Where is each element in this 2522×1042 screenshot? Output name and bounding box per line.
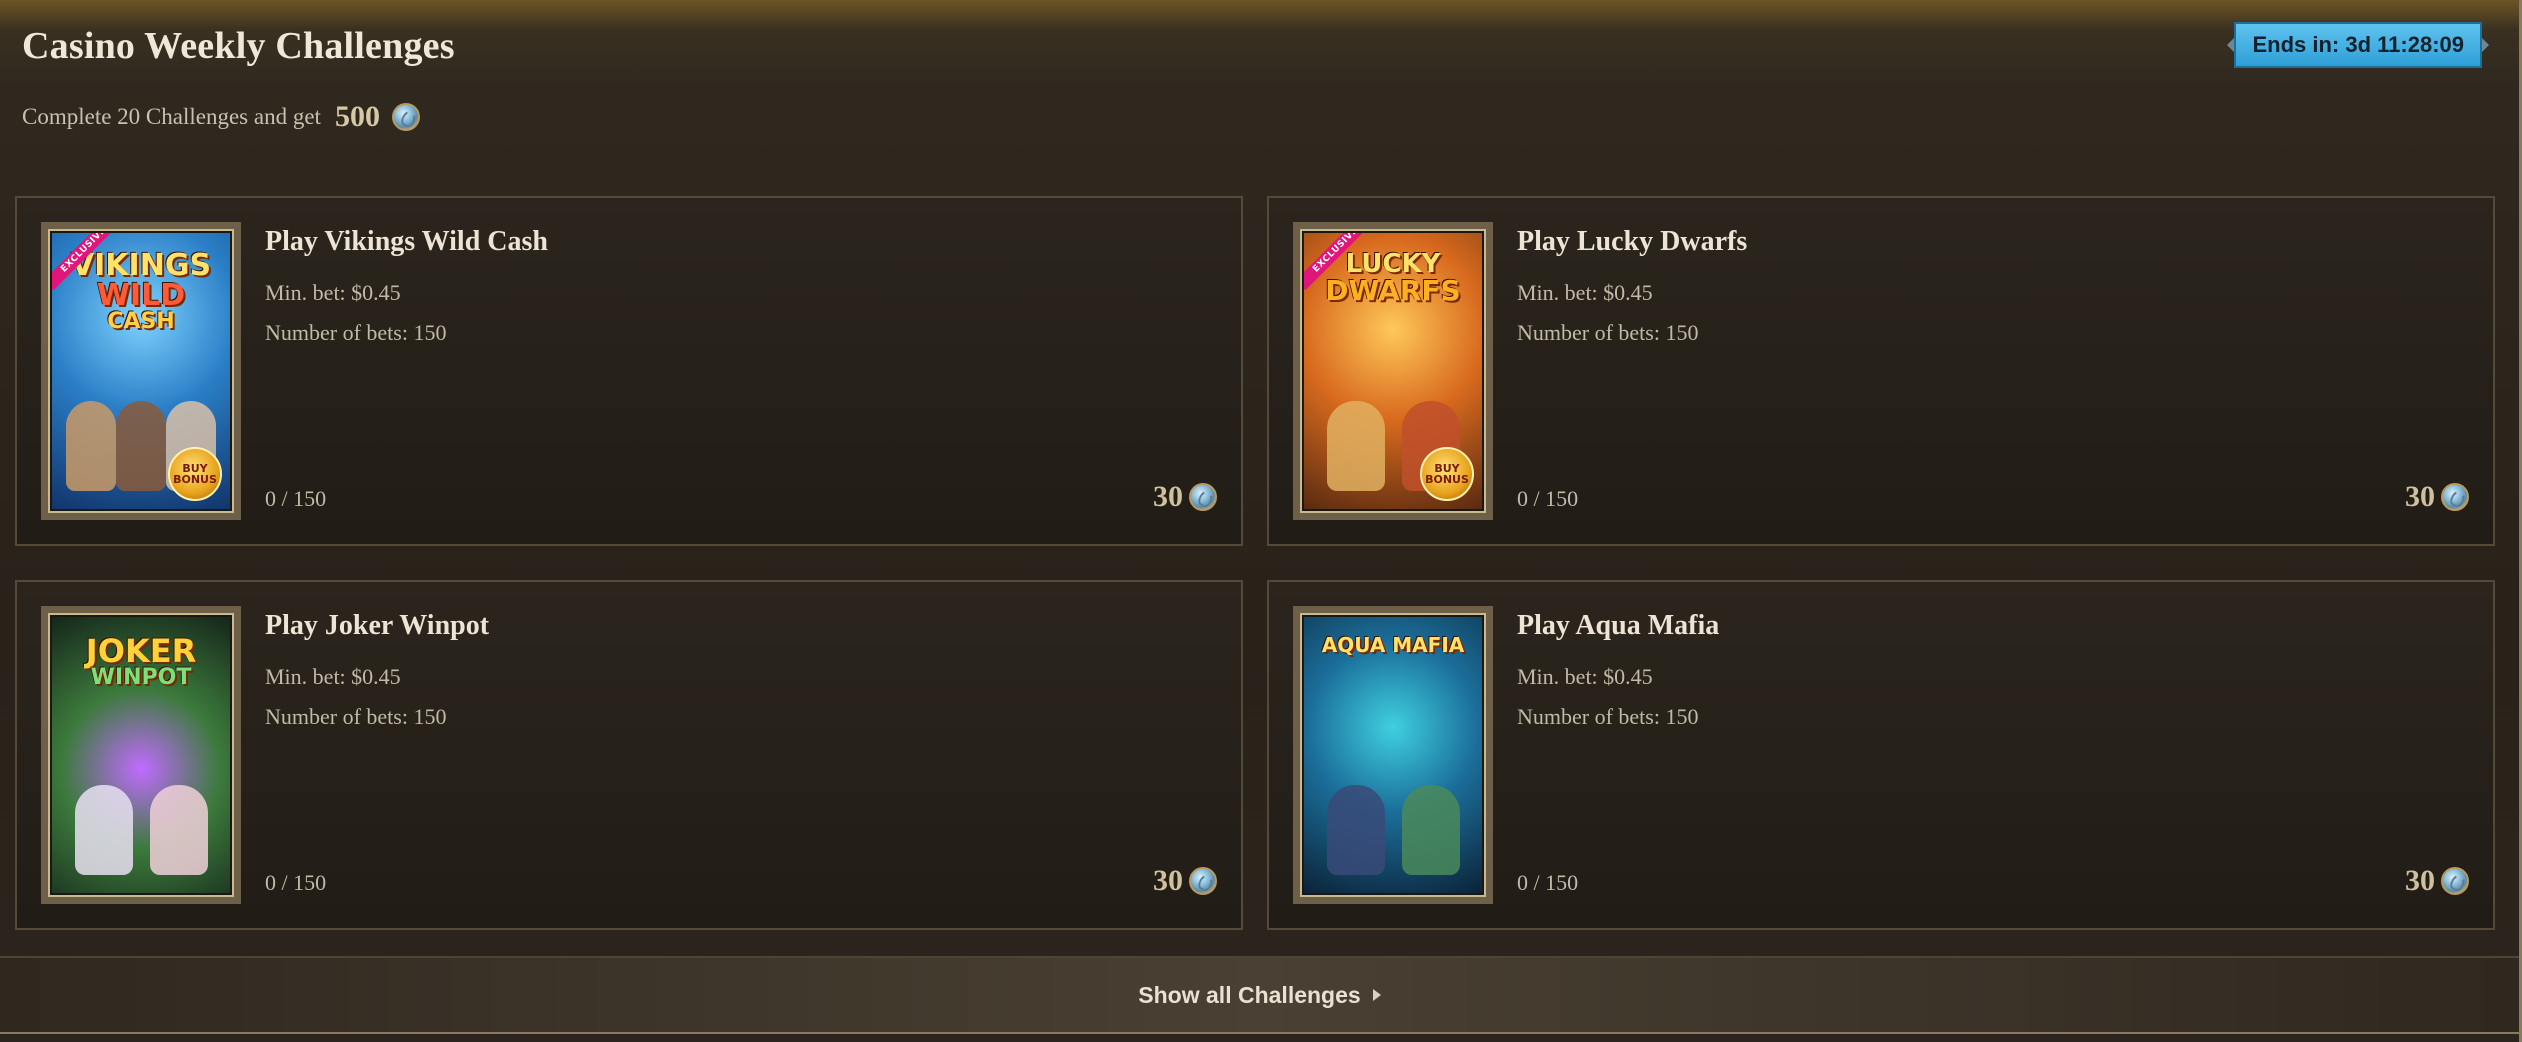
number-of-bets: Number of bets: 150 — [265, 704, 447, 729]
show-all-label: Show all Challenges — [1138, 981, 1361, 1008]
page-title: Casino Weekly Challenges — [22, 25, 455, 67]
game-thumbnail[interactable]: EXCLUSIVE LUCKY DWARFS BUY BONUS — [1293, 222, 1493, 520]
reward-amount: 30 — [2405, 480, 2435, 513]
number-of-bets: Number of bets: 150 — [1517, 320, 1699, 345]
challenges-panel: Casino Weekly Challenges Complete 20 Cha… — [0, 0, 2522, 1042]
bonus-badge: BUY BONUS — [1420, 447, 1474, 501]
coin-icon — [391, 103, 420, 131]
game-thumbnail[interactable]: JOKER WINPOT — [41, 606, 241, 904]
coin-icon — [1189, 483, 1217, 511]
game-art-aqua-mafia: AQUA MAFIA — [1304, 617, 1482, 893]
art-characters — [1318, 765, 1468, 875]
min-bet: Min. bet: $0.45 — [265, 664, 401, 689]
reward-amount: 30 — [1153, 864, 1183, 897]
art-title: AQUA MAFIA — [1322, 635, 1465, 655]
reward-amount: 30 — [2405, 864, 2435, 897]
challenge-reward: 30 — [1153, 480, 1217, 514]
progress-counter: 0 / 150 — [265, 486, 327, 511]
art-title-line: DWARFS — [1325, 274, 1461, 307]
coin-icon — [2441, 867, 2469, 895]
number-of-bets: Number of bets: 150 — [265, 320, 447, 345]
art-title-line: JOKER — [85, 632, 197, 670]
progress-counter: 0 / 150 — [1517, 486, 1579, 511]
art-characters — [66, 765, 216, 875]
art-title: JOKER WINPOT — [86, 635, 196, 689]
game-thumbnail[interactable]: EXCLUSIVE VIKINGS WILD CASH BUY BONUS — [41, 222, 241, 520]
challenge-title: Play Vikings Wild Cash — [265, 226, 548, 257]
character-figure — [66, 401, 116, 491]
min-bet: Min. bet: $0.45 — [1517, 664, 1653, 689]
show-all-challenges-button[interactable]: Show all Challenges — [0, 956, 2519, 1034]
progress-counter: 0 / 150 — [1517, 870, 1579, 895]
challenge-reward: 30 — [2405, 864, 2469, 898]
countdown-timer: Ends in: 3d 11:28:09 — [2227, 22, 2489, 68]
game-thumbnail[interactable]: AQUA MAFIA — [1293, 606, 1493, 904]
min-bet: Min. bet: $0.45 — [1517, 280, 1653, 305]
summary-text: Complete 20 Challenges and get — [22, 104, 321, 129]
art-title-line: WILD — [96, 278, 186, 313]
challenge-title: Play Joker Winpot — [265, 610, 490, 641]
challenge-title: Play Aqua Mafia — [1517, 610, 1720, 641]
challenge-reward: 30 — [2405, 480, 2469, 514]
art-title-line: AQUA MAFIA — [1321, 633, 1465, 657]
timer-label: Ends in: 3d 11:28:09 — [2234, 22, 2482, 68]
challenge-reward: 30 — [1153, 864, 1217, 898]
caret-right-icon — [1372, 989, 1381, 1001]
game-art-joker-winpot: JOKER WINPOT — [52, 617, 230, 893]
total-reward-amount: 500 — [334, 100, 380, 133]
coin-icon — [2441, 483, 2469, 511]
reward-amount: 30 — [1153, 480, 1183, 513]
number-of-bets: Number of bets: 150 — [1517, 704, 1699, 729]
character-figure — [1326, 401, 1385, 491]
min-bet: Min. bet: $0.45 — [265, 280, 401, 305]
character-figure — [1401, 785, 1460, 875]
challenge-card[interactable]: JOKER WINPOT Play Joker Winpot Min. bet:… — [15, 580, 1243, 930]
character-figure — [1326, 785, 1385, 875]
game-art-vikings-wild-cash: EXCLUSIVE VIKINGS WILD CASH BUY BONUS — [52, 233, 230, 509]
progress-counter: 0 / 150 — [265, 870, 327, 895]
challenge-card[interactable]: EXCLUSIVE LUCKY DWARFS BUY BONUS Play Lu… — [1267, 196, 2495, 546]
art-title-line: CASH — [107, 309, 175, 334]
art-title: LUCKY DWARFS — [1325, 251, 1460, 305]
coin-icon — [1189, 867, 1217, 895]
character-figure — [149, 785, 208, 875]
game-art-lucky-dwarfs: EXCLUSIVE LUCKY DWARFS BUY BONUS — [1304, 233, 1482, 509]
challenge-card[interactable]: EXCLUSIVE VIKINGS WILD CASH BUY BONUS Pl… — [15, 196, 1243, 546]
bonus-badge: BUY BONUS — [168, 447, 222, 501]
timer-right-arrow-icon — [2482, 38, 2489, 52]
character-figure — [74, 785, 133, 875]
art-title: VIKINGS WILD CASH — [71, 251, 211, 333]
challenge-card[interactable]: AQUA MAFIA Play Aqua Mafia Min. bet: $0.… — [1267, 580, 2495, 930]
character-figure — [116, 401, 166, 491]
timer-left-arrow-icon — [2227, 38, 2235, 52]
challenge-summary: Complete 20 Challenges and get 500 — [22, 100, 420, 134]
challenge-title: Play Lucky Dwarfs — [1517, 226, 1748, 257]
art-title-line: WINPOT — [90, 665, 192, 690]
